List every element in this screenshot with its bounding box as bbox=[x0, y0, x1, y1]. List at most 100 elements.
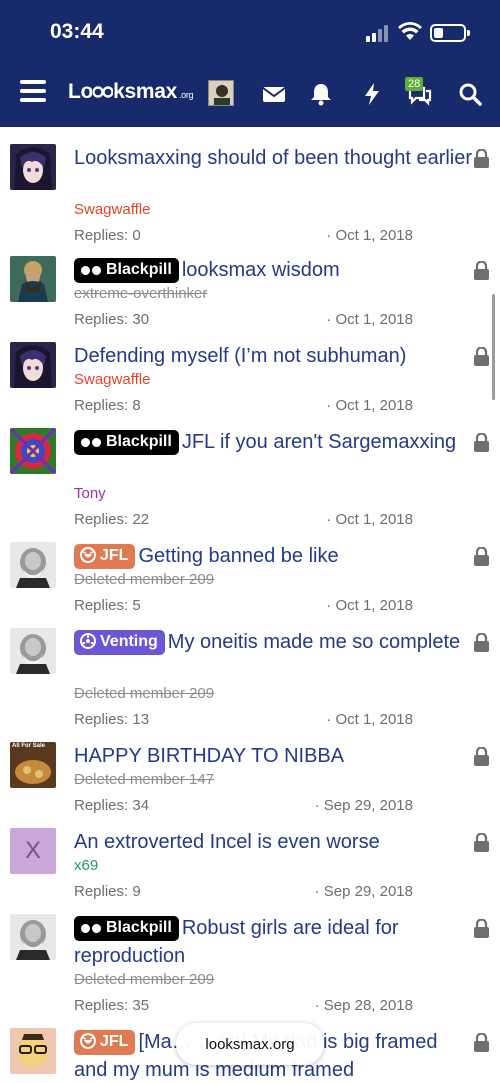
thread-replies: Replies: 22 bbox=[74, 511, 150, 528]
jfl-icon bbox=[80, 1033, 100, 1050]
prefix-label: Blackpill bbox=[106, 261, 172, 278]
thread-title[interactable]: Blackpill Robust girls are ideal for repr… bbox=[74, 914, 474, 970]
lock-icon bbox=[473, 632, 490, 652]
bell-icon[interactable] bbox=[307, 80, 335, 108]
thread-avatar[interactable] bbox=[10, 144, 56, 190]
lock-icon bbox=[473, 1032, 490, 1052]
user-avatar[interactable] bbox=[208, 80, 234, 106]
thread-title-text[interactable]: Looksmaxxing should of been thought earl… bbox=[74, 147, 472, 169]
thread-date[interactable]: · Oct 1, 2018 bbox=[326, 511, 413, 528]
thread-title[interactable]: JFL Getting banned be like bbox=[74, 542, 474, 570]
thread-title-text[interactable]: My oneitis made me so complete bbox=[168, 631, 460, 653]
search-icon[interactable] bbox=[456, 80, 484, 108]
thread-date-text: Sep 29, 2018 bbox=[323, 883, 413, 900]
thread-replies: Replies: 30 bbox=[74, 311, 150, 328]
site-logo[interactable]: Lo ksmax .org bbox=[68, 80, 194, 104]
battery-icon bbox=[430, 24, 470, 42]
thread-title-text[interactable]: An extroverted Incel is even worse bbox=[74, 831, 380, 853]
thread-date[interactable]: · Sep 28, 2018 bbox=[315, 997, 413, 1014]
thread-avatar[interactable]: All For Sale bbox=[10, 742, 56, 788]
hamburger-icon[interactable] bbox=[20, 80, 46, 102]
date-separator: · bbox=[314, 997, 324, 1014]
thread-avatar[interactable] bbox=[10, 428, 56, 474]
lock-icon bbox=[473, 746, 490, 766]
thread-avatar[interactable] bbox=[10, 256, 56, 302]
mail-icon[interactable] bbox=[260, 80, 288, 108]
thread-replies: Replies: 5 bbox=[74, 597, 141, 614]
thread-title[interactable]: HAPPY BIRTHDAY TO NIBBA bbox=[74, 742, 474, 770]
scrollbar[interactable] bbox=[492, 294, 495, 400]
lock-icon bbox=[473, 546, 490, 566]
thread-author[interactable]: x69 bbox=[74, 857, 98, 875]
prefix-label: Venting bbox=[100, 633, 158, 650]
bolt-icon[interactable] bbox=[358, 80, 386, 108]
lock-icon bbox=[473, 918, 490, 938]
prefix-label: JFL bbox=[100, 1033, 129, 1050]
thread-author[interactable]: Deleted member 209 bbox=[74, 685, 214, 703]
prefix-label: Blackpill bbox=[106, 919, 172, 936]
prefix-blackpill[interactable]: Blackpill bbox=[74, 430, 179, 455]
wifi-icon bbox=[398, 22, 422, 40]
thread-date-text: Oct 1, 2018 bbox=[335, 311, 413, 328]
avatar-caption: All For Sale bbox=[12, 743, 46, 749]
thread-avatar[interactable] bbox=[10, 1028, 56, 1074]
thread-date[interactable]: · Oct 1, 2018 bbox=[326, 711, 413, 728]
thread-date-text: Oct 1, 2018 bbox=[335, 511, 413, 528]
thread-date-text: Sep 29, 2018 bbox=[323, 797, 413, 814]
prefix-venting[interactable]: Venting bbox=[74, 630, 165, 655]
thread-replies: Replies: 35 bbox=[74, 997, 150, 1014]
lock-icon bbox=[473, 832, 490, 852]
thread-avatar[interactable] bbox=[10, 342, 56, 388]
thread-title[interactable]: Blackpill looksmax wisdom bbox=[74, 256, 474, 284]
thread-author[interactable]: Swagwaffle bbox=[74, 371, 150, 389]
thread-title-text[interactable]: HAPPY BIRTHDAY TO NIBBA bbox=[74, 745, 344, 767]
thread-avatar[interactable]: X bbox=[10, 828, 56, 874]
thread-author[interactable]: Deleted member 209 bbox=[74, 971, 214, 989]
thread-date[interactable]: · Oct 1, 2018 bbox=[326, 597, 413, 614]
thread-date-text: Oct 1, 2018 bbox=[335, 227, 413, 244]
signal-icon bbox=[366, 24, 392, 42]
thread-title-text[interactable]: JFL if you aren't Sargemaxxing bbox=[182, 431, 456, 453]
thread-title[interactable]: An extroverted Incel is even worse bbox=[74, 828, 474, 856]
thread-replies: Replies: 9 bbox=[74, 883, 141, 900]
thread-date[interactable]: · Oct 1, 2018 bbox=[326, 311, 413, 328]
thread-avatar[interactable] bbox=[10, 542, 56, 588]
thread-replies: Replies: 13 bbox=[74, 711, 150, 728]
thread-replies: Replies: 0 bbox=[74, 227, 141, 244]
lock-icon bbox=[473, 346, 490, 366]
thread-title[interactable]: Defending myself (I’m not subhuman) bbox=[74, 342, 474, 370]
thread-title[interactable]: Blackpill JFL if you aren't Sargemaxxing bbox=[74, 428, 474, 456]
url-pill[interactable]: looksmax.org bbox=[176, 1023, 324, 1065]
jfl-icon bbox=[80, 547, 100, 564]
logo-eyes-icon bbox=[92, 86, 114, 98]
thread-date[interactable]: · Oct 1, 2018 bbox=[326, 227, 413, 244]
thread-author[interactable]: extreme-overthinker bbox=[74, 285, 207, 303]
prefix-blackpill[interactable]: Blackpill bbox=[74, 916, 179, 941]
thread-author[interactable]: Deleted member 147 bbox=[74, 771, 214, 789]
prefix-label: Blackpill bbox=[106, 433, 172, 450]
thread-author[interactable]: Swagwaffle bbox=[74, 201, 150, 219]
date-separator: · bbox=[314, 883, 324, 900]
status-time: 03:44 bbox=[50, 20, 104, 43]
thread-date-text: Oct 1, 2018 bbox=[335, 711, 413, 728]
blackpill-icon bbox=[80, 433, 106, 450]
thread-avatar[interactable] bbox=[10, 914, 56, 960]
blackpill-icon bbox=[80, 919, 106, 936]
thread-title[interactable]: Venting My oneitis made me so complete bbox=[74, 628, 474, 656]
thread-author[interactable]: Deleted member 209 bbox=[74, 571, 214, 589]
thread-replies: Replies: 34 bbox=[74, 797, 150, 814]
thread-avatar[interactable] bbox=[10, 628, 56, 674]
prefix-jfl[interactable]: JFL bbox=[74, 1030, 136, 1055]
thread-date[interactable]: · Oct 1, 2018 bbox=[326, 397, 413, 414]
thread-title-text[interactable]: Getting banned be like bbox=[138, 545, 338, 567]
prefix-blackpill[interactable]: Blackpill bbox=[74, 258, 179, 283]
thread-author[interactable]: Tony bbox=[74, 485, 106, 503]
thread-date[interactable]: · Sep 29, 2018 bbox=[315, 797, 413, 814]
prefix-jfl[interactable]: JFL bbox=[74, 544, 136, 569]
thread-title-text[interactable]: Defending myself (I’m not subhuman) bbox=[74, 345, 406, 367]
thread-replies: Replies: 8 bbox=[74, 397, 141, 414]
thread-date[interactable]: · Sep 29, 2018 bbox=[315, 883, 413, 900]
thread-title-text[interactable]: looksmax wisdom bbox=[182, 259, 340, 281]
thread-title[interactable]: Looksmaxxing should of been thought earl… bbox=[74, 144, 474, 172]
blackpill-icon bbox=[80, 261, 106, 278]
